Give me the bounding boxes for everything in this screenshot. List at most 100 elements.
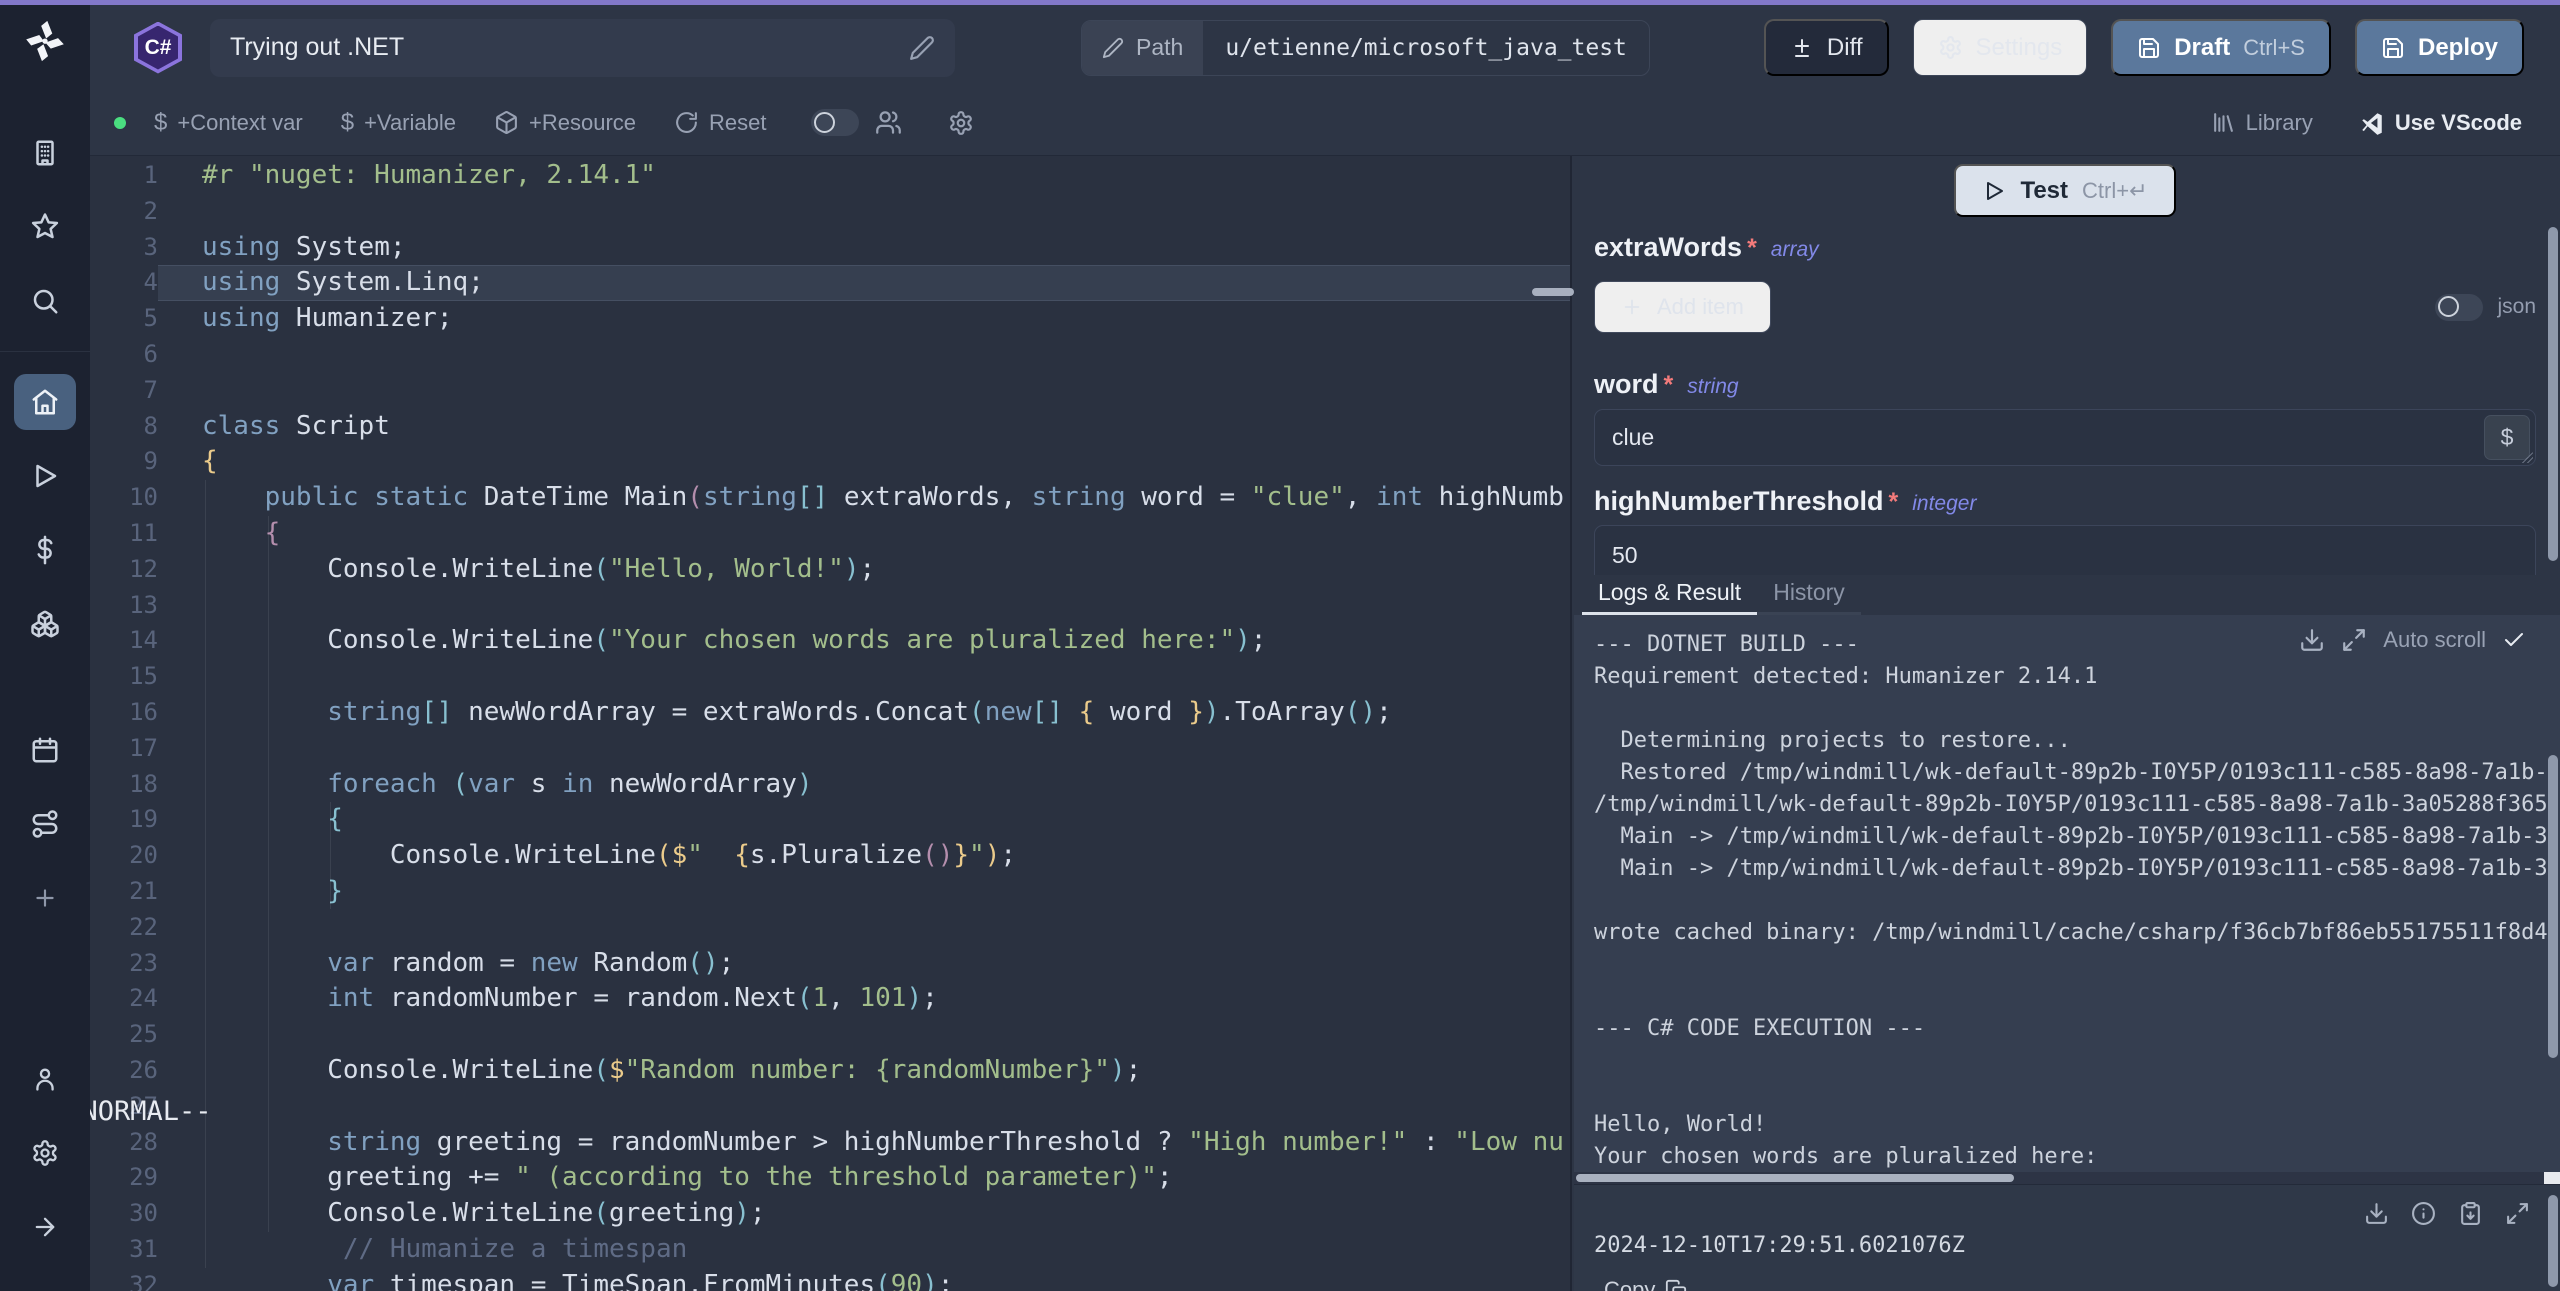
tab-history[interactable]: History [1757,575,1861,615]
boxes-icon [30,609,60,639]
code-editor[interactable]: 1#r "nuget: Humanizer, 2.14.1"23using Sy… [90,156,1570,1291]
field-name: extraWords [1594,232,1742,263]
diff-button[interactable]: Diff [1764,19,1889,76]
save-icon [2137,36,2161,60]
line-number: 10 [90,480,158,516]
code-line[interactable]: 27 [90,1089,1570,1125]
code-line[interactable]: 22 [90,910,1570,946]
draft-button[interactable]: Draft Ctrl+S [2111,19,2331,76]
word-input[interactable] [1595,410,2535,465]
json-toggle[interactable] [2435,294,2483,321]
code-line[interactable]: 32 var timespan = TimeSpan.FromMinutes(9… [90,1268,1570,1291]
code-line[interactable]: 25 [90,1017,1570,1053]
code-line[interactable]: 11 { [90,516,1570,552]
code-line[interactable]: 20 Console.WriteLine($" {s.Pluralize()}"… [90,838,1570,874]
code-line[interactable]: 26 Console.WriteLine($"Random number: {r… [90,1053,1570,1089]
code-line[interactable]: 30 Console.WriteLine(greeting); [90,1196,1570,1232]
clipboard-icon[interactable] [2458,1201,2483,1226]
line-number: 6 [90,337,158,373]
code-line[interactable]: 6 [90,337,1570,373]
code-line[interactable]: 29 greeting += " (according to the thres… [90,1160,1570,1196]
code-line[interactable]: 17 [90,731,1570,767]
threshold-input[interactable] [1595,526,2535,575]
right-panel: Test Ctrl+↵ extraWords* array Add item j… [1570,156,2560,1291]
path-field[interactable]: Path u/etienne/microsoft_java_test [1081,20,1650,76]
top-accent-strip [0,0,2560,5]
download-result-icon[interactable] [2364,1201,2389,1226]
info-icon[interactable] [2411,1201,2436,1226]
sidebar-item-resources[interactable] [14,596,76,652]
sidebar-item-search[interactable] [14,273,76,329]
use-vscode-button[interactable]: Use VScode [2359,110,2522,136]
settings-button[interactable]: Settings [1913,19,2088,76]
indent-guide [268,516,269,1232]
deploy-button[interactable]: Deploy [2355,19,2524,76]
code-line[interactable]: 15 [90,659,1570,695]
library-button[interactable]: Library [2211,110,2313,136]
add-item-button[interactable]: Add item [1594,281,1771,333]
code-line[interactable]: 14 Console.WriteLine("Your chosen words … [90,623,1570,659]
reset-button[interactable]: Reset [674,110,766,136]
add-context-var-button[interactable]: $ +Context var [154,109,303,137]
play-icon [30,461,60,491]
path-value: u/etienne/microsoft_java_test [1203,21,1649,75]
path-label-segment[interactable]: Path [1082,21,1203,75]
line-number: 15 [90,659,158,695]
code-line[interactable]: 21 } [90,874,1570,910]
kind-toggle[interactable] [811,109,859,136]
code-line[interactable]: 23 var random = new Random(); [90,946,1570,982]
code-line[interactable]: 5using Humanizer; [90,301,1570,337]
json-toggle-label: json [2497,295,2536,319]
add-resource-button[interactable]: +Resource [494,110,636,136]
sidebar-item-schedules[interactable] [14,722,76,778]
logs-output[interactable]: --- DOTNET BUILD ---Requirement detected… [1574,615,2560,1172]
check-icon[interactable] [2502,628,2526,652]
code-line[interactable]: 9{ [90,444,1570,480]
code-line[interactable]: 2 [90,194,1570,230]
windmill-logo-icon[interactable] [22,17,68,63]
sidebar-item-collapse[interactable] [14,1199,76,1255]
code-line[interactable]: 4using System.Linq; [90,265,1570,301]
form-scrollbar-thumb[interactable] [2548,227,2558,561]
panel-splitter-handle[interactable] [1532,288,1574,296]
code-line[interactable]: 10 public static DateTime Main(string[] … [90,480,1570,516]
logs-horizontal-scrollbar[interactable] [1574,1172,2560,1184]
sidebar-item-workspace[interactable] [14,125,76,181]
line-number: 26 [90,1053,158,1089]
download-logs-icon[interactable] [2299,627,2325,653]
code-line[interactable]: 24 int randomNumber = random.Next(1, 101… [90,981,1570,1017]
code-line[interactable]: 12 Console.WriteLine("Hello, World!"); [90,552,1570,588]
code-line[interactable]: 28 string greeting = randomNumber > high… [90,1125,1570,1161]
code-line[interactable]: 1#r "nuget: Humanizer, 2.14.1" [90,158,1570,194]
result-scrollbar-thumb[interactable] [2548,1195,2558,1287]
code-line[interactable]: 3using System; [90,230,1570,266]
code-line[interactable]: 16 string[] newWordArray = extraWords.Co… [90,695,1570,731]
sidebar-item-favorites[interactable] [14,199,76,255]
expand-logs-icon[interactable] [2341,627,2367,653]
test-button[interactable]: Test Ctrl+↵ [1954,164,2175,217]
tab-logs-result[interactable]: Logs & Result [1582,575,1757,615]
resize-grip[interactable] [2522,452,2533,463]
sidebar-item-variables[interactable] [14,522,76,578]
sidebar-item-account[interactable] [14,1051,76,1107]
script-title-field[interactable]: Trying out .NET [210,19,955,77]
logs-scrollbar-thumb[interactable] [2548,755,2558,1058]
sidebar-item-routes[interactable] [14,796,76,852]
scrollbar-thumb[interactable] [1576,1174,2014,1182]
sidebar-item-runs[interactable] [14,448,76,504]
code-line[interactable]: 19 { [90,802,1570,838]
code-line[interactable]: 18 foreach (var s in newWordArray) [90,767,1570,803]
code-line[interactable]: 7 [90,373,1570,409]
code-line[interactable]: 8class Script [90,409,1570,445]
line-number: 31 [90,1232,158,1268]
expand-result-icon[interactable] [2505,1201,2530,1226]
sidebar-item-add[interactable] [14,870,76,926]
sidebar-item-home[interactable] [14,374,76,430]
edit-title-pencil-icon[interactable] [909,35,935,61]
code-line[interactable]: 31 // Humanize a timespan [90,1232,1570,1268]
add-variable-button[interactable]: $ +Variable [341,109,456,137]
sidebar-item-settings[interactable] [14,1125,76,1181]
copy-result-button[interactable]: Copy [1604,1277,1687,1291]
code-line[interactable]: 13 [90,588,1570,624]
script-settings-gear-button[interactable] [948,110,974,136]
